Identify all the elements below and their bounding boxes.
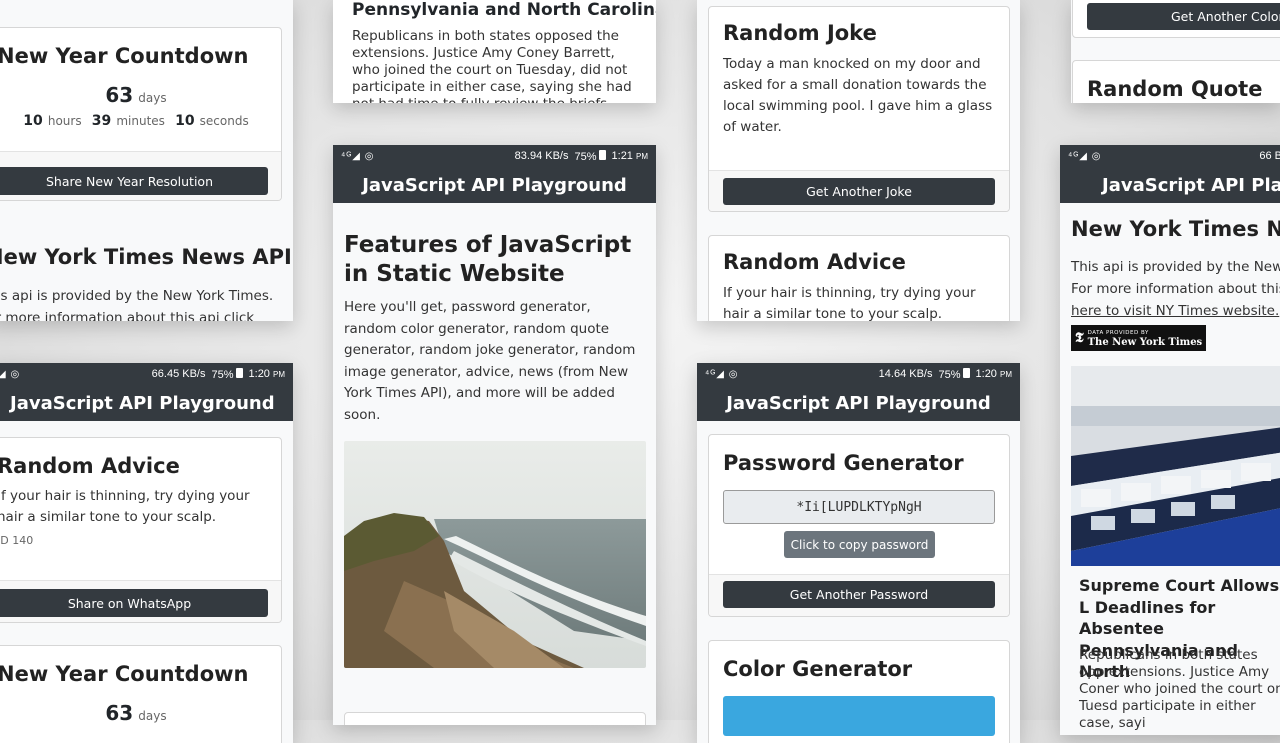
countdown-card-bottom: New Year Countdown 63 days xyxy=(0,645,282,743)
nyt-badge-big: The New York Times xyxy=(1087,337,1203,348)
phone-bottom-left: ◢ ◎ 66.45 KB/s 75% 1:20 PM JavaScript AP… xyxy=(0,363,293,743)
phone-center: ⁴ᴳ◢ ◎ 83.94 KB/s 75% 1:21 PM JavaScript … xyxy=(333,145,656,725)
countdown-hms: 10 hours 39 minutes 10 seconds xyxy=(23,113,249,129)
status-bar: ⁴ᴳ◢ ◎ 14.64 KB/s 75% 1:20 PM xyxy=(697,363,1020,385)
password-card: Password Generator Click to copy passwor… xyxy=(708,434,1010,617)
another-joke-button[interactable]: Get Another Joke xyxy=(723,178,995,205)
network-speed: 14.64 KB/s xyxy=(878,368,933,380)
app-title: JavaScript API Playground xyxy=(697,385,1020,421)
beach-image xyxy=(344,441,646,668)
countdown-days-bottom: 63 days xyxy=(105,701,167,725)
signal-icon: ◢ ◎ xyxy=(0,368,21,380)
countdown-days: 63 days xyxy=(105,83,167,107)
quote-card: Random Quote xyxy=(1072,60,1280,103)
joke-card: Random Joke Today a man knocked on my do… xyxy=(708,6,1010,212)
battery-icon xyxy=(598,149,606,160)
status-bar: ⁴ᴳ◢ ◎ 66 B xyxy=(1060,145,1280,167)
color-card: Color Generator xyxy=(708,640,1010,743)
nyt-line1: This api is provided by the New York Tim… xyxy=(0,288,274,304)
phone-top-left: New Year Countdown 63 days 10 hours 39 m… xyxy=(0,0,293,321)
another-password-button[interactable]: Get Another Password xyxy=(723,581,995,608)
network-speed: 66 B xyxy=(1259,150,1280,162)
next-card-edge xyxy=(344,712,646,725)
advice-text: If your hair is thinning, try dying your… xyxy=(0,488,250,525)
news-image xyxy=(1071,366,1280,566)
news-body: Republicans in both states opp extension… xyxy=(1079,647,1280,731)
joke-text: Today a man knocked on my door and asked… xyxy=(723,56,993,135)
clock: 1:20 PM xyxy=(975,368,1012,380)
another-color-button[interactable]: Get Another Color xyxy=(1087,3,1280,30)
features-heading: Features of JavaScript in Static Website xyxy=(344,232,632,287)
clock: 1:20 PM xyxy=(248,368,285,380)
status-bar: ⁴ᴳ◢ ◎ 83.94 KB/s 75% 1:21 PM xyxy=(333,145,656,167)
nyt-badge: 𝕿 DATA PROVIDED BY The New York Times xyxy=(1071,325,1206,351)
nyt-website-link[interactable]: here to visit NY Times website. xyxy=(1071,301,1279,322)
color-title: Color Generator xyxy=(723,657,913,681)
advice-title: Random Advice xyxy=(0,454,180,478)
coast-photo-icon xyxy=(344,441,646,668)
app-title: JavaScript API Playground xyxy=(1060,167,1280,203)
copy-password-button[interactable]: Click to copy password xyxy=(784,531,935,558)
network-speed: 66.45 KB/s xyxy=(151,368,206,380)
mail-bins-photo-icon xyxy=(1071,366,1280,566)
joke-title: Random Joke xyxy=(723,21,877,45)
share-resolution-button[interactable]: Share New Year Resolution xyxy=(0,167,268,195)
advice-title-top: Random Advice xyxy=(723,250,906,274)
nyt-line2-right: For more information about this xyxy=(1071,281,1280,297)
signal-icon: ⁴ᴳ◢ ◎ xyxy=(705,368,739,380)
battery-level: 75% xyxy=(938,367,970,381)
battery-level: 75% xyxy=(574,149,606,163)
battery-icon xyxy=(962,367,970,378)
color-card-tail: Get Another Color xyxy=(1072,0,1280,38)
features-text: Here you'll get, password generator, ran… xyxy=(344,299,636,423)
nyt-title: New York Times News API xyxy=(0,245,292,269)
share-whatsapp-button[interactable]: Share on WhatsApp xyxy=(0,589,268,617)
advice-id: ID 140 xyxy=(0,534,34,547)
signal-icon: ⁴ᴳ◢ ◎ xyxy=(1068,150,1102,162)
countdown-card: New Year Countdown 63 days 10 hours 39 m… xyxy=(0,27,282,201)
nyt-title-right: New York Times New xyxy=(1071,217,1280,241)
phone-top-joke: Random Joke Today a man knocked on my do… xyxy=(697,0,1020,321)
phone-right: ⁴ᴳ◢ ◎ 66 B JavaScript API Playground New… xyxy=(1060,145,1280,735)
article-title: Pennsylvania and North Carolina xyxy=(352,0,656,20)
app-title: JavaScript API Playground xyxy=(333,167,656,203)
nyt-line2: For more information about this api clic… xyxy=(0,310,255,321)
battery-icon xyxy=(235,367,243,378)
advice-card: Random Advice If your hair is thinning, … xyxy=(0,437,282,623)
phone-top-far-right: Get Another Color Random Quote xyxy=(1071,0,1280,103)
phone-top-center: Pennsylvania and North Carolina Republic… xyxy=(333,0,656,103)
quote-title: Random Quote xyxy=(1087,77,1263,101)
nyt-line1-right: This api is provided by the New xyxy=(1071,259,1280,275)
battery-level: 75% xyxy=(211,367,243,381)
phone-bottom-mid: ⁴ᴳ◢ ◎ 14.64 KB/s 75% 1:20 PM JavaScript … xyxy=(697,363,1020,743)
app-title: JavaScript API Playground xyxy=(0,385,293,421)
countdown-title-bottom: New Year Countdown xyxy=(0,662,249,686)
signal-icon: ⁴ᴳ◢ ◎ xyxy=(341,150,375,162)
color-swatch xyxy=(723,696,995,736)
network-speed: 83.94 KB/s xyxy=(514,150,569,162)
advice-card-top: Random Advice If your hair is thinning, … xyxy=(708,235,1010,321)
status-bar: ◢ ◎ 66.45 KB/s 75% 1:20 PM xyxy=(0,363,293,385)
article-text: Republicans in both states opposed the e… xyxy=(352,28,632,103)
password-title: Password Generator xyxy=(723,451,964,475)
nyt-logo-icon: 𝕿 xyxy=(1075,330,1084,346)
countdown-title: New Year Countdown xyxy=(0,44,249,68)
password-field[interactable] xyxy=(723,490,995,524)
clock: 1:21 PM xyxy=(611,150,648,162)
advice-text-top: If your hair is thinning, try dying your… xyxy=(723,285,976,321)
